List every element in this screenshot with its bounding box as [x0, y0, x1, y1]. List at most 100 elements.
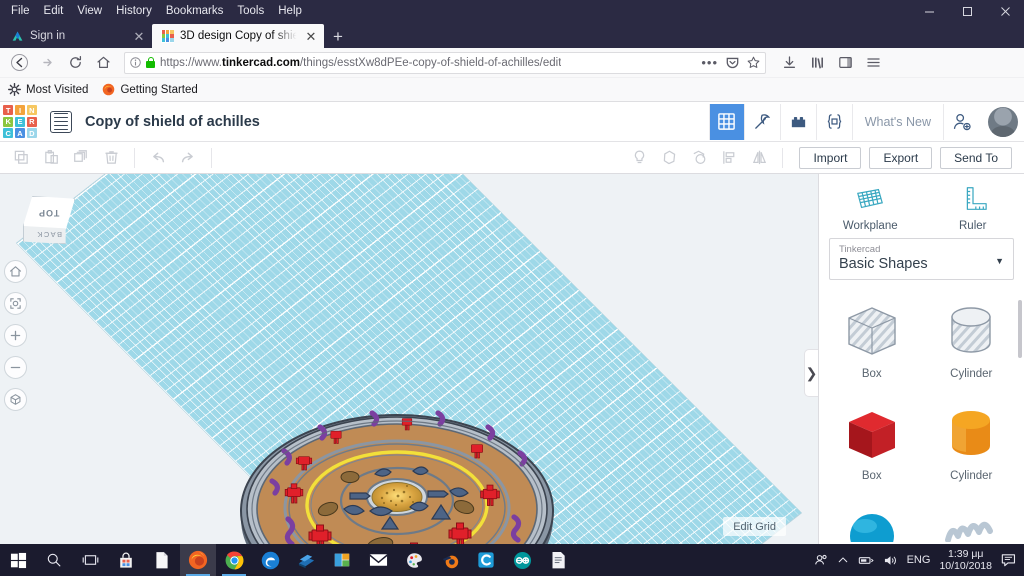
maximize-icon[interactable] — [948, 0, 986, 22]
fit-all-view-icon[interactable] — [4, 292, 27, 315]
arduino-button[interactable] — [504, 544, 540, 576]
zoom-in-icon[interactable] — [4, 324, 27, 347]
language-indicator[interactable]: ENG — [907, 554, 931, 566]
home-view-icon[interactable] — [4, 260, 27, 283]
show-hidden-icons-icon[interactable] — [837, 554, 849, 566]
menu-history[interactable]: History — [109, 2, 159, 20]
view-cube[interactable]: TOP BACK — [16, 196, 82, 254]
volume-icon[interactable] — [883, 554, 898, 567]
hamburger-menu-icon[interactable] — [860, 50, 886, 76]
menu-bookmarks[interactable]: Bookmarks — [159, 2, 231, 20]
new-tab-button[interactable]: + — [324, 28, 352, 48]
blender-button[interactable] — [432, 544, 468, 576]
design-list-icon[interactable] — [50, 110, 72, 133]
star-icon[interactable] — [747, 56, 760, 69]
bookmark-getting-started[interactable]: Getting Started — [102, 83, 198, 96]
firefox-button[interactable] — [180, 544, 216, 576]
undo-icon[interactable] — [143, 145, 173, 171]
bookmark-most-visited[interactable]: Most Visited — [8, 83, 88, 96]
shape-item-hole-cylinder[interactable]: Cylinder — [923, 298, 1021, 398]
search-button[interactable] — [36, 544, 72, 576]
close-icon[interactable] — [986, 0, 1024, 22]
delete-trash-icon[interactable] — [96, 145, 126, 171]
perspective-toggle-icon[interactable] — [4, 388, 27, 411]
paint3d-button[interactable] — [288, 544, 324, 576]
close-icon[interactable]: ✕ — [133, 30, 145, 43]
mine-hammer-icon[interactable] — [745, 103, 781, 140]
menu-view[interactable]: View — [70, 2, 109, 20]
mail-icon — [369, 554, 387, 566]
duplicate-icon[interactable] — [66, 145, 96, 171]
notes-button[interactable] — [540, 544, 576, 576]
paste-icon[interactable] — [36, 145, 66, 171]
file-explorer-button[interactable] — [144, 544, 180, 576]
mail-button[interactable] — [360, 544, 396, 576]
pocket-icon[interactable] — [726, 56, 739, 69]
view-cube-top-face[interactable]: TOP — [23, 196, 75, 230]
tinkercad-logo[interactable]: T I N K E R C A D — [3, 105, 37, 138]
paint-button[interactable] — [396, 544, 432, 576]
edge-button[interactable] — [252, 544, 288, 576]
back-arrow-icon[interactable] — [6, 50, 32, 76]
ungroup-icon[interactable] — [684, 145, 714, 171]
shape-item-orange-cylinder[interactable]: Cylinder — [923, 400, 1021, 500]
clock[interactable]: 1:39 μμ 10/10/2018 — [939, 548, 992, 572]
collapse-panel-arrow[interactable]: ❯ — [804, 349, 818, 397]
edit-grid-button[interactable]: Edit Grid — [723, 517, 786, 536]
group-icon[interactable] — [654, 145, 684, 171]
toolbar-divider — [134, 147, 135, 168]
blocks-brick-icon[interactable] — [781, 103, 817, 140]
chrome-button[interactable] — [216, 544, 252, 576]
forward-arrow-icon[interactable] — [34, 50, 60, 76]
menu-edit[interactable]: Edit — [37, 2, 71, 20]
sidebar-icon[interactable] — [832, 50, 858, 76]
redo-icon[interactable] — [173, 145, 203, 171]
panel-scrollbar[interactable] — [1018, 300, 1022, 358]
code-blocks-icon[interactable] — [817, 103, 853, 140]
menu-tools[interactable]: Tools — [230, 2, 271, 20]
download-icon[interactable] — [776, 50, 802, 76]
export-button[interactable]: Export — [869, 146, 933, 169]
shape-item-scribble[interactable] — [923, 502, 1021, 542]
start-button[interactable] — [0, 544, 36, 576]
close-icon[interactable]: ✕ — [305, 30, 317, 43]
microsoft-store-button[interactable] — [108, 544, 144, 576]
shape-item-sphere[interactable] — [823, 502, 921, 542]
send-to-button[interactable]: Send To — [940, 146, 1012, 169]
page-title[interactable]: Copy of shield of achilles — [85, 114, 260, 130]
ruler-tool[interactable]: Ruler — [922, 184, 1024, 232]
info-icon[interactable] — [130, 57, 141, 68]
3d-canvas[interactable]: TOP BACK ❯ Edit Grid — [0, 174, 818, 566]
people-icon[interactable] — [814, 553, 828, 567]
menu-file[interactable]: File — [4, 2, 37, 20]
task-view-button[interactable] — [72, 544, 108, 576]
mirror-icon[interactable] — [744, 145, 774, 171]
browser-tab-tinkercad[interactable]: 3D design Copy of shield of ac ✕ — [152, 24, 324, 48]
copy-icon[interactable] — [6, 145, 36, 171]
menu-help[interactable]: Help — [271, 2, 309, 20]
ellipsis-icon[interactable]: ••• — [701, 56, 718, 69]
library-icon[interactable] — [804, 50, 830, 76]
browser-tab-sign-in[interactable]: Sign in ✕ — [2, 24, 152, 48]
network-icon[interactable] — [858, 554, 874, 567]
office-button[interactable] — [324, 544, 360, 576]
import-button[interactable]: Import — [799, 146, 862, 169]
zoom-out-icon[interactable] — [4, 356, 27, 379]
cura-button[interactable] — [468, 544, 504, 576]
grid-view-icon[interactable] — [708, 103, 745, 140]
home-icon[interactable] — [90, 50, 116, 76]
shield-of-achilles-model[interactable] — [232, 379, 562, 566]
whats-new-link[interactable]: What's New — [853, 103, 944, 140]
url-bar[interactable]: https://www.tinkercad.com/things/esstXw8… — [124, 51, 766, 74]
add-person-icon[interactable] — [944, 104, 980, 140]
shape-library-select[interactable]: Tinkercad Basic Shapes ▼ — [829, 238, 1014, 280]
action-center-icon[interactable] — [1001, 553, 1016, 567]
minimize-icon[interactable] — [910, 0, 948, 22]
reload-icon[interactable] — [62, 50, 88, 76]
workplane-tool[interactable]: Workplane — [819, 184, 922, 232]
lightbulb-hint-icon[interactable] — [624, 145, 654, 171]
avatar[interactable] — [988, 106, 1018, 137]
align-icon[interactable] — [714, 145, 744, 171]
shape-item-red-box[interactable]: Box — [823, 400, 921, 500]
shape-item-hole-box[interactable]: Box — [823, 298, 921, 398]
